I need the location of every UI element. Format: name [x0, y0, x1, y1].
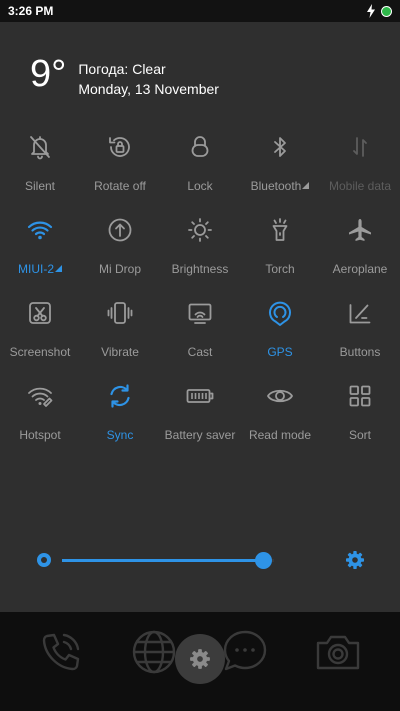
toggle-label: Cast	[187, 345, 213, 359]
toggle-label: GPS	[267, 345, 293, 359]
mi-drop-icon	[105, 215, 135, 245]
brightness-slider-fill	[62, 559, 264, 562]
toggle-row: MIUI-2 Mi Drop Brightness Torch Aeroplan…	[0, 211, 400, 294]
bell-off-icon	[25, 132, 55, 162]
toggle-sort[interactable]: Sort	[320, 377, 400, 460]
toggle-torch[interactable]: Torch	[240, 211, 320, 294]
brightness-auto-gear-icon[interactable]	[345, 550, 365, 570]
toggle-label: Battery saver	[164, 428, 236, 442]
toggle-rotate[interactable]: Rotate off	[80, 128, 160, 211]
battery-dot-icon	[381, 5, 392, 17]
bluetooth-icon	[265, 132, 295, 162]
weather-condition: Погода: Clear	[78, 61, 166, 77]
toggle-label: Vibrate	[101, 345, 139, 359]
toggle-silent[interactable]: Silent	[0, 128, 80, 211]
toggle-mi-drop[interactable]: Mi Drop	[80, 211, 160, 294]
toggle-label: Brightness	[171, 262, 229, 276]
toggle-gps[interactable]: GPS	[240, 294, 320, 377]
vibrate-icon	[105, 298, 135, 328]
screenshot-icon	[25, 298, 55, 328]
toggle-bluetooth[interactable]: Bluetooth	[240, 128, 320, 211]
toggle-aeroplane[interactable]: Aeroplane	[320, 211, 400, 294]
toggle-row: Screenshot Vibrate Cast GPS Buttons	[0, 294, 400, 377]
charging-bolt-icon	[367, 4, 375, 18]
weather-widget[interactable]: 9° Погода: Clear Monday, 13 November	[30, 54, 219, 98]
toggle-mobile-data[interactable]: Mobile data	[320, 128, 400, 211]
toggle-label: MIUI-2	[18, 262, 62, 276]
buttons-icon	[345, 298, 375, 328]
toggle-label: Mobile data	[328, 179, 392, 193]
toggle-row: Silent Rotate off Lock Bluetooth Mobile …	[0, 128, 400, 211]
settings-button[interactable]	[175, 634, 225, 684]
settings-gear-icon	[190, 649, 210, 669]
quick-settings-grid: Silent Rotate off Lock Bluetooth Mobile …	[0, 128, 400, 460]
cast-icon	[185, 298, 215, 328]
toggle-label: Screenshot	[9, 345, 71, 359]
toggle-brightness[interactable]: Brightness	[160, 211, 240, 294]
gps-icon	[265, 298, 295, 328]
status-time: 3:26 PM	[8, 4, 54, 18]
brightness-low-icon	[37, 553, 51, 567]
brightness-slider-thumb[interactable]	[255, 552, 273, 569]
toggle-label: Sync	[106, 428, 134, 442]
toggle-label: Read mode	[248, 428, 312, 442]
lock-icon	[185, 132, 215, 162]
toggle-screenshot[interactable]: Screenshot	[0, 294, 80, 377]
status-bar: 3:26 PM	[0, 0, 400, 22]
submenu-indicator-icon	[302, 182, 310, 189]
browser-globe-icon[interactable]	[130, 628, 178, 676]
toggle-buttons[interactable]: Buttons	[320, 294, 400, 377]
toggle-cast[interactable]: Cast	[160, 294, 240, 377]
weather-temperature: 9°	[30, 53, 67, 95]
wifi-icon	[25, 215, 55, 245]
sun-icon	[185, 215, 215, 245]
weather-date: Monday, 13 November	[78, 81, 219, 97]
toggle-row: Hotspot Sync Battery saver Read mode Sor…	[0, 377, 400, 460]
toggle-battery-saver[interactable]: Battery saver	[160, 377, 240, 460]
toggle-label: Buttons	[339, 345, 381, 359]
toggle-label-text: MIUI-2	[18, 262, 54, 276]
toggle-label: Hotspot	[19, 428, 61, 442]
toggle-label: Lock	[187, 179, 213, 193]
toggle-label: Torch	[265, 262, 295, 276]
grid-icon	[345, 381, 375, 411]
airplane-icon	[345, 215, 375, 245]
toggle-label: Sort	[348, 428, 371, 442]
toggle-vibrate[interactable]: Vibrate	[80, 294, 160, 377]
submenu-indicator-icon	[55, 265, 62, 272]
brightness-slider[interactable]	[62, 552, 274, 569]
toggle-label: Mi Drop	[98, 262, 141, 276]
hotspot-icon	[25, 381, 55, 411]
toggle-label-text: Bluetooth	[250, 179, 302, 193]
toggle-label: Rotate off	[94, 179, 146, 193]
toggle-lock[interactable]: Lock	[160, 128, 240, 211]
brightness-control	[0, 540, 400, 580]
sync-icon	[105, 381, 135, 411]
toggle-sync[interactable]: Sync	[80, 377, 160, 460]
battery-saver-icon	[185, 381, 215, 411]
toggle-label: Aeroplane	[332, 262, 388, 276]
status-icons	[366, 4, 392, 18]
toggle-wifi[interactable]: MIUI-2	[0, 211, 80, 294]
weather-details: Погода: Clear Monday, 13 November	[78, 60, 219, 98]
toggle-hotspot[interactable]: Hotspot	[0, 377, 80, 460]
eye-icon	[265, 381, 295, 411]
toggle-read-mode[interactable]: Read mode	[240, 377, 320, 460]
rotation-lock-icon	[105, 132, 135, 162]
mobile-data-icon	[345, 132, 375, 162]
camera-icon[interactable]	[314, 628, 362, 676]
messages-icon[interactable]	[221, 628, 269, 676]
toggle-label: Bluetooth	[251, 179, 310, 193]
toggle-label: Silent	[24, 179, 56, 193]
torch-icon	[265, 215, 295, 245]
home-dock	[0, 612, 400, 711]
phone-icon[interactable]	[37, 628, 85, 676]
